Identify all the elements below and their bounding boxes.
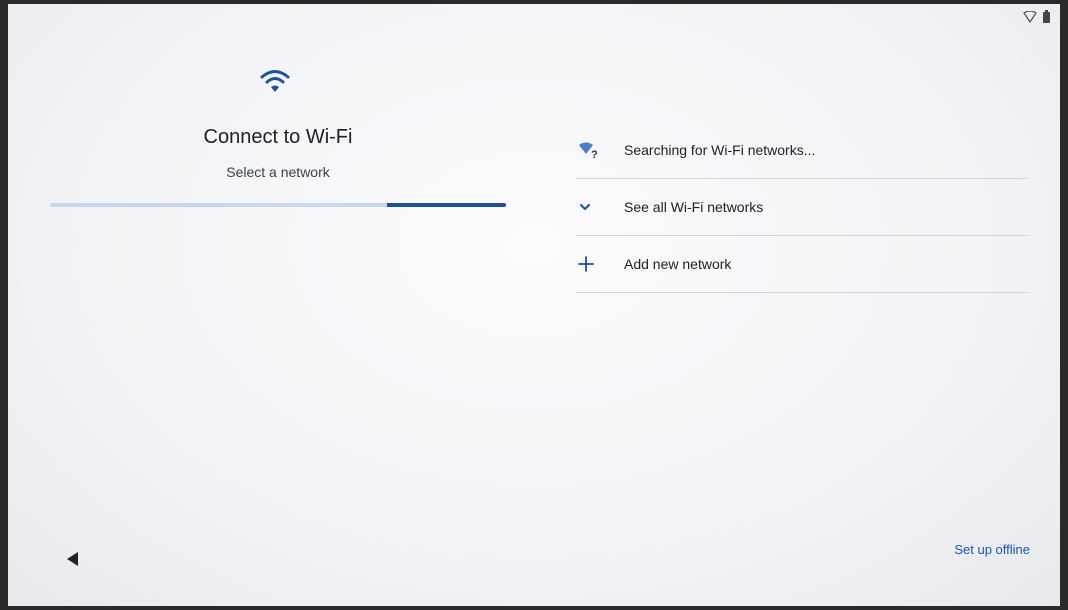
back-arrow-icon[interactable] [64, 550, 82, 568]
wifi-outline-icon [1023, 10, 1037, 23]
list-item-see-all-networks[interactable]: See all Wi-Fi networks [576, 179, 1028, 236]
page-subtitle: Select a network [226, 164, 330, 180]
list-item-label: Searching for Wi-Fi networks... [624, 142, 816, 158]
svg-text:?: ? [591, 149, 598, 159]
wifi-searching-icon: ? [576, 141, 624, 159]
setup-screen: Connect to Wi-Fi Select a network ? Sear… [8, 4, 1060, 606]
list-item-label[interactable]: Add new network [624, 256, 731, 272]
progress-indicator [387, 203, 506, 207]
list-item-searching: ? Searching for Wi-Fi networks... [576, 122, 1028, 179]
progress-bar [50, 203, 506, 207]
left-pane: Connect to Wi-Fi Select a network [8, 4, 548, 606]
set-up-offline-link[interactable]: Set up offline [954, 542, 1030, 557]
status-bar [1023, 10, 1050, 23]
wifi-icon [260, 66, 290, 96]
network-list: ? Searching for Wi-Fi networks... See al… [576, 122, 1028, 293]
battery-icon [1043, 10, 1050, 23]
page-title: Connect to Wi-Fi [203, 126, 353, 148]
chevron-down-icon [576, 202, 624, 212]
plus-icon [576, 256, 624, 272]
list-item-label[interactable]: See all Wi-Fi networks [624, 199, 763, 215]
list-item-add-network[interactable]: Add new network [576, 236, 1028, 293]
